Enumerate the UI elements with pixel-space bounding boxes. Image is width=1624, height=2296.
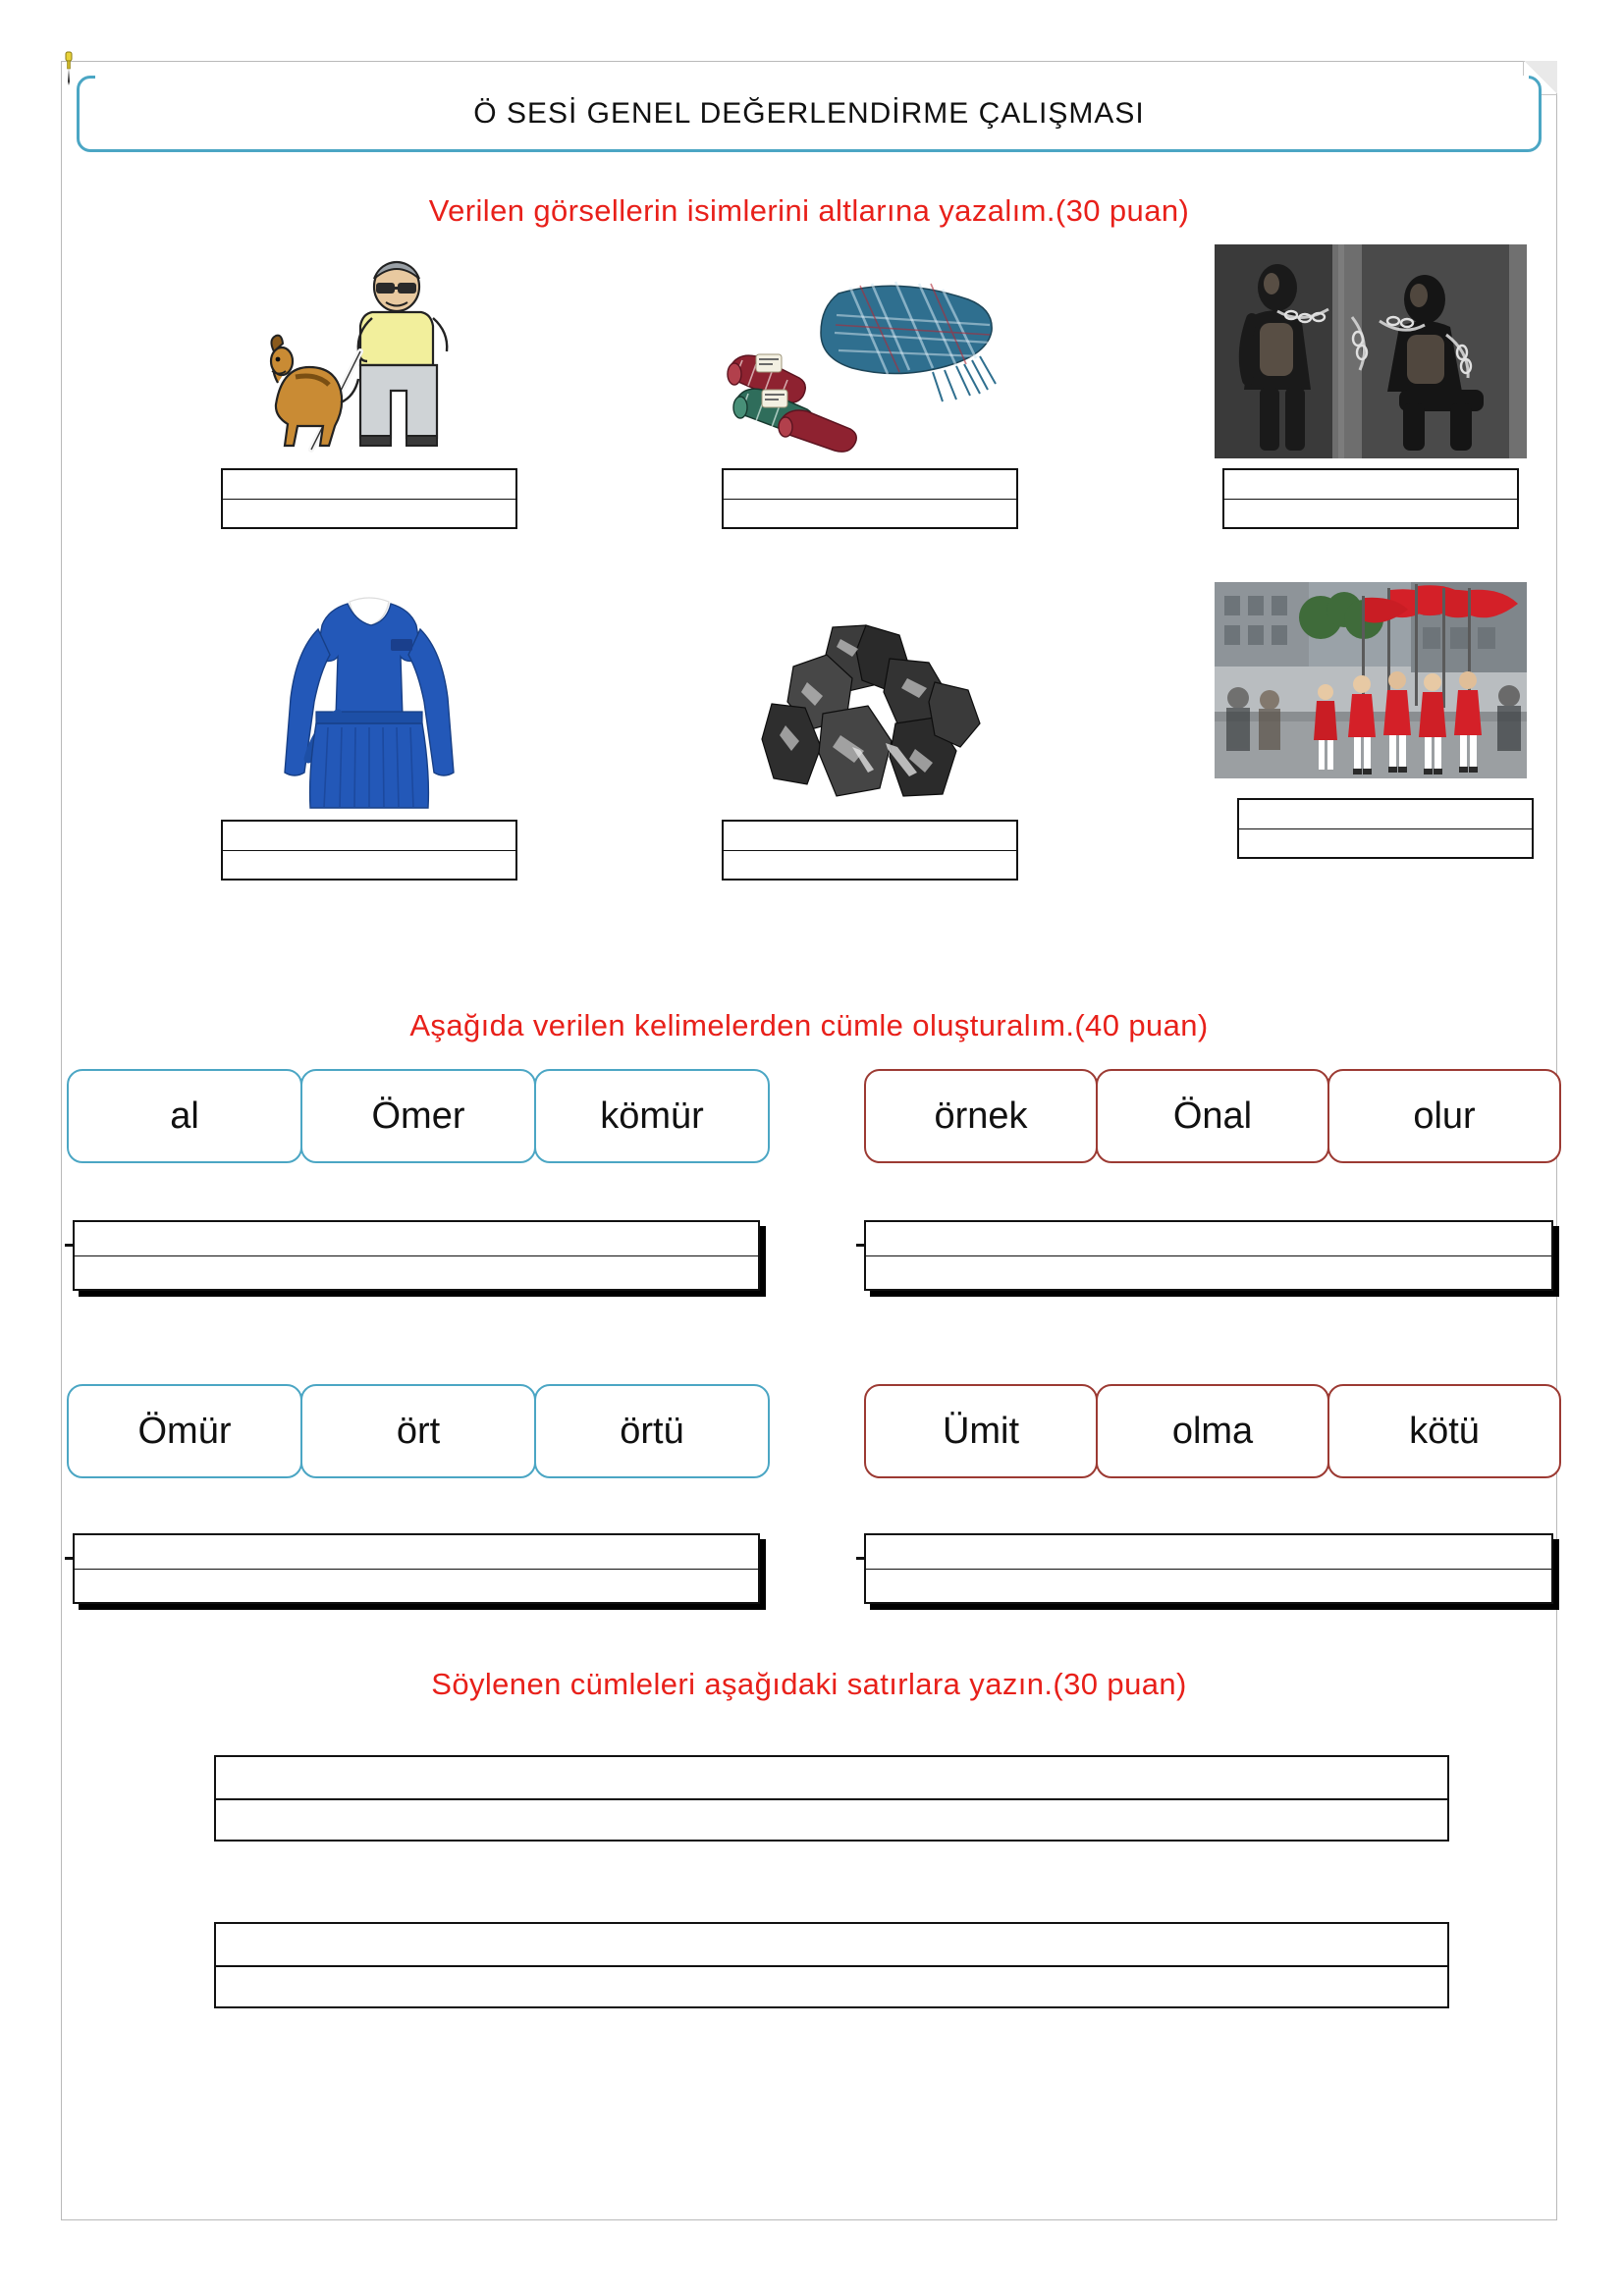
picture-answer-grid bbox=[61, 240, 1557, 928]
word-card-label: Ümit bbox=[942, 1410, 1020, 1452]
word-group-4: Ümit olma kötü bbox=[864, 1384, 1561, 1478]
blue-school-uniform-dress-image bbox=[120, 592, 619, 810]
word-card-al[interactable]: al bbox=[67, 1069, 302, 1163]
word-group-3: Ömür ört örtü bbox=[67, 1384, 770, 1478]
word-card-label: ört bbox=[396, 1410, 441, 1452]
coal-lumps-image bbox=[621, 592, 1119, 810]
picture-item-6 bbox=[1121, 574, 1620, 918]
pushpin-icon bbox=[65, 51, 73, 85]
word-group-1: al Ömer kömür bbox=[67, 1069, 770, 1163]
word-card-label: olur bbox=[1413, 1095, 1476, 1137]
sentence-strip-4[interactable] bbox=[856, 1533, 1553, 1604]
rolled-scarves-shawls-image bbox=[621, 240, 1119, 458]
word-card-olma[interactable]: olma bbox=[1096, 1384, 1329, 1478]
instruction-sentences: Aşağıda verilen kelimelerden cümle oluşt… bbox=[409, 1008, 1209, 1042]
worksheet-page: Ö SESİ GENEL DEĞERLENDİRME ÇALIŞMASI Ver… bbox=[0, 0, 1624, 2296]
word-card-label: al bbox=[170, 1095, 199, 1137]
instruction-dictation: Söylenen cümleleri aşağıdaki satırlara y… bbox=[431, 1667, 1187, 1701]
worksheet-title-banner: Ö SESİ GENEL DEĞERLENDİRME ÇALIŞMASI bbox=[77, 76, 1542, 158]
word-card-ortu[interactable]: örtü bbox=[534, 1384, 770, 1478]
strip-nib bbox=[65, 1557, 75, 1560]
blind-man-with-guide-dog-image bbox=[120, 240, 619, 458]
sentence-strip-1[interactable] bbox=[65, 1220, 760, 1291]
picture-item-3 bbox=[1121, 240, 1620, 584]
word-group-2: örnek Önal olur bbox=[864, 1069, 1561, 1163]
enslaved-people-in-chains-image bbox=[1121, 240, 1620, 458]
answer-box-6[interactable] bbox=[1237, 798, 1534, 859]
word-card-onal[interactable]: Önal bbox=[1096, 1069, 1329, 1163]
word-card-label: Ömer bbox=[371, 1095, 465, 1137]
word-card-label: kömür bbox=[600, 1095, 704, 1137]
picture-item-1 bbox=[120, 240, 619, 584]
strip-nib bbox=[65, 1244, 75, 1247]
word-card-label: örtü bbox=[620, 1410, 684, 1452]
strip-nib bbox=[856, 1244, 866, 1247]
strip-nib bbox=[856, 1557, 866, 1560]
picture-item-5 bbox=[621, 592, 1119, 935]
dictation-line-2[interactable] bbox=[214, 1922, 1449, 2008]
word-card-label: Önal bbox=[1172, 1095, 1253, 1137]
answer-box-2[interactable] bbox=[722, 468, 1018, 529]
flag-ceremony-parade-image bbox=[1121, 574, 1620, 778]
word-card-ornek[interactable]: örnek bbox=[864, 1069, 1098, 1163]
word-card-label: olma bbox=[1171, 1410, 1254, 1452]
word-card-ort[interactable]: ört bbox=[300, 1384, 536, 1478]
sentence-strip-2[interactable] bbox=[856, 1220, 1553, 1291]
answer-box-4[interactable] bbox=[221, 820, 517, 881]
dictation-line-1[interactable] bbox=[214, 1755, 1449, 1842]
answer-box-5[interactable] bbox=[722, 820, 1018, 881]
word-card-label: kötü bbox=[1409, 1410, 1480, 1452]
sentence-strip-3[interactable] bbox=[65, 1533, 760, 1604]
page-title: Ö SESİ GENEL DEĞERLENDİRME ÇALIŞMASI bbox=[473, 97, 1145, 130]
picture-item-4 bbox=[120, 592, 619, 935]
word-card-omer[interactable]: Ömer bbox=[300, 1069, 536, 1163]
word-card-omur[interactable]: Ömür bbox=[67, 1384, 302, 1478]
word-card-olur[interactable]: olur bbox=[1327, 1069, 1561, 1163]
word-card-umit[interactable]: Ümit bbox=[864, 1384, 1098, 1478]
word-card-label: örnek bbox=[934, 1095, 1028, 1137]
picture-item-2 bbox=[621, 240, 1119, 584]
word-card-kotu[interactable]: kötü bbox=[1327, 1384, 1561, 1478]
answer-box-3[interactable] bbox=[1222, 468, 1519, 529]
answer-box-1[interactable] bbox=[221, 468, 517, 529]
instruction-pictures: Verilen görsellerin isimlerini altlarına… bbox=[428, 193, 1190, 228]
word-card-label: Ömür bbox=[137, 1410, 232, 1452]
word-card-komur[interactable]: kömür bbox=[534, 1069, 770, 1163]
